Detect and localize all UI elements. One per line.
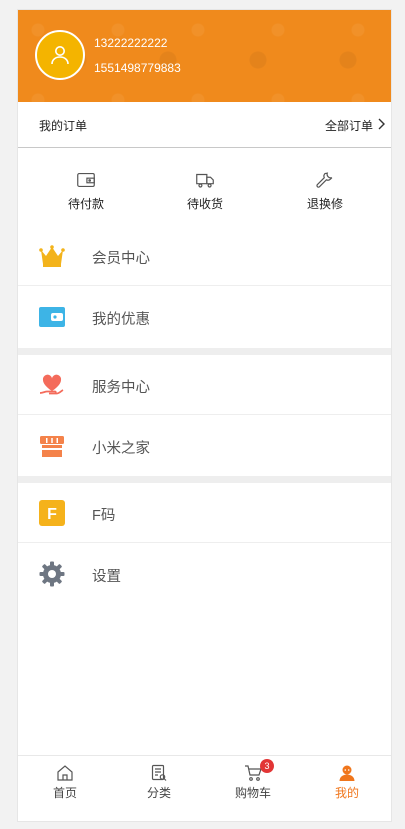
my-orders-row[interactable]: 我的订单 全部订单 — [18, 102, 391, 148]
user-avatar-icon — [51, 46, 69, 65]
status-label: 待付款 — [67, 197, 104, 211]
menu-item-mi-home[interactable]: 小米之家 — [18, 416, 391, 476]
status-label: 退换修 — [306, 197, 343, 211]
category-icon — [151, 764, 167, 781]
bottom-nav: 首页 分类 3 购物车 我的 — [18, 755, 391, 821]
menu-label: 我的优惠 — [92, 312, 150, 328]
menu-item-vip-center[interactable]: 会员中心 — [18, 226, 391, 286]
store-icon — [40, 436, 64, 457]
truck-icon — [196, 173, 214, 188]
user-phone: 13222222222 — [94, 36, 168, 50]
wrench-icon — [316, 172, 333, 188]
user-id: 1551498779883 — [94, 61, 181, 75]
menu-label: 会员中心 — [92, 251, 150, 267]
profile-header: 13222222222 1551498779883 — [18, 10, 391, 102]
menu-label: 小米之家 — [92, 441, 150, 457]
menu-item-f-code[interactable]: F F码 — [18, 483, 391, 543]
menu-label: 设置 — [92, 569, 121, 585]
all-orders-link[interactable]: 全部订单 — [325, 117, 373, 134]
chevron-right-icon — [378, 118, 385, 130]
order-status-bar: 待付款 待收货 退换修 — [18, 149, 391, 225]
nav-home[interactable]: 首页 — [18, 764, 112, 801]
menu-item-settings[interactable]: 设置 — [18, 544, 391, 604]
nav-cart[interactable]: 3 购物车 — [206, 759, 300, 801]
section-divider — [18, 348, 391, 355]
gear-icon — [39, 561, 65, 587]
heart-hand-icon — [39, 374, 64, 395]
app-frame: 13222222222 1551498779883 我的订单 全部订单 待付款 — [17, 9, 392, 822]
menu-item-my-coupons[interactable]: 我的优惠 — [18, 287, 391, 347]
crown-icon — [39, 245, 65, 267]
wallet-icon — [77, 172, 95, 188]
nav-label: 我的 — [334, 786, 359, 800]
menu-label: 服务中心 — [92, 380, 150, 396]
cart-count-badge: 3 — [260, 759, 274, 773]
status-pending-payment[interactable]: 待付款 — [46, 169, 126, 212]
nav-label: 购物车 — [234, 786, 271, 800]
menu-label: F码 — [92, 508, 116, 524]
nav-label: 首页 — [52, 786, 77, 800]
status-pending-delivery[interactable]: 待收货 — [165, 169, 245, 212]
status-returns[interactable]: 退换修 — [285, 169, 365, 212]
nav-category[interactable]: 分类 — [112, 764, 206, 801]
f-code-icon: F — [39, 500, 65, 526]
avatar[interactable] — [35, 30, 85, 80]
nav-me[interactable]: 我的 — [300, 764, 391, 801]
section-divider — [18, 476, 391, 483]
nav-label: 分类 — [146, 786, 171, 800]
status-label: 待收货 — [186, 197, 223, 211]
wallet-card-icon — [39, 307, 65, 327]
menu-item-service-center[interactable]: 服务中心 — [18, 355, 391, 415]
home-icon — [57, 765, 73, 781]
user-icon — [339, 765, 355, 781]
f-code-glyph: F — [47, 506, 57, 523]
my-orders-title: 我的订单 — [39, 119, 88, 133]
